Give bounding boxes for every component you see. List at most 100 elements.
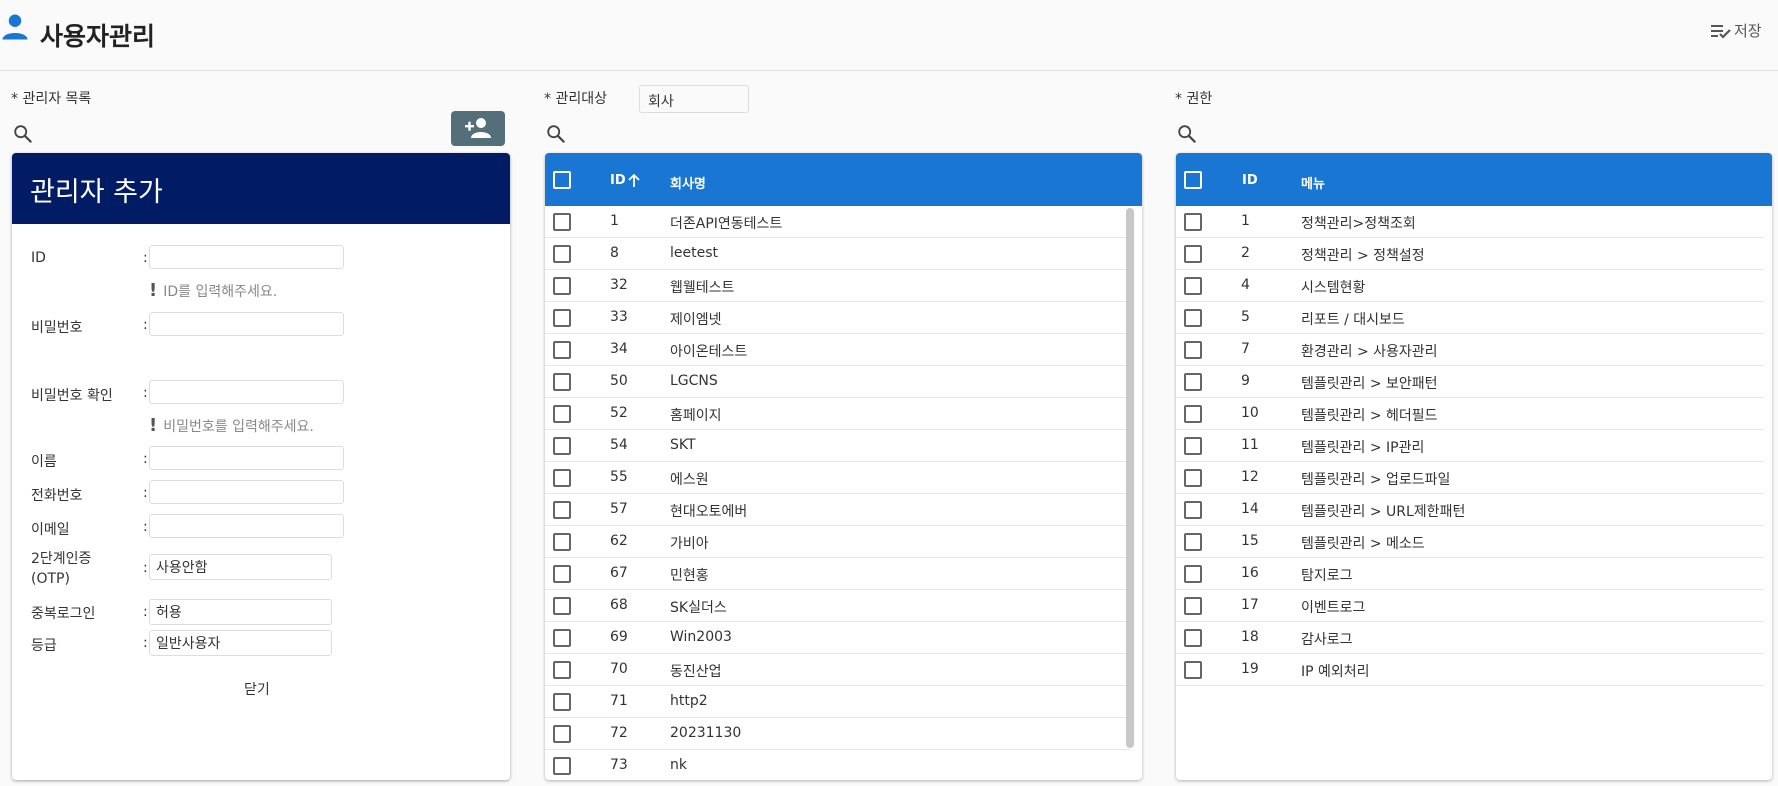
row-checkbox[interactable] [553,213,571,231]
table-row[interactable]: 16 탐지로그 [1176,558,1764,590]
row-checkbox[interactable] [1184,661,1202,679]
row-checkbox[interactable] [553,437,571,455]
row-checkbox[interactable] [553,597,571,615]
row-checkbox[interactable] [1184,469,1202,487]
row-checkbox[interactable] [553,565,571,583]
select-all-checkbox[interactable] [553,171,571,189]
password-field[interactable] [149,312,344,336]
row-checkbox[interactable] [553,245,571,263]
search-icon[interactable] [1176,123,1198,145]
table-row[interactable]: 67 민현홍 [545,558,1130,590]
row-checkbox[interactable] [1184,277,1202,295]
search-icon[interactable] [12,123,34,145]
row-checkbox[interactable] [1184,245,1202,263]
row-checkbox[interactable] [1184,309,1202,327]
select-all-checkbox[interactable] [1184,171,1202,189]
colon: : [143,451,148,467]
row-checkbox[interactable] [553,725,571,743]
row-checkbox[interactable] [553,501,571,519]
table-row[interactable]: 1 정책관리>정책조회 [1176,206,1764,238]
password-confirm-field[interactable] [149,380,344,404]
row-checkbox[interactable] [553,757,571,775]
table-row[interactable]: 8 leetest [545,238,1130,270]
row-checkbox[interactable] [553,693,571,711]
row-checkbox[interactable] [553,405,571,423]
table-row[interactable]: 7 환경관리 > 사용자관리 [1176,334,1764,366]
table-row[interactable]: 17 이벤트로그 [1176,590,1764,622]
table-row[interactable]: 1 더존API연동테스트 [545,206,1130,238]
id-field[interactable] [149,245,344,269]
row-checkbox[interactable] [1184,341,1202,359]
row-checkbox[interactable] [553,629,571,647]
password-help: ! 비밀번호를 입력해주세요. [149,415,314,436]
scrollbar[interactable] [1126,208,1134,748]
target-select[interactable]: 회사 [639,85,749,113]
grade-select[interactable] [149,630,332,656]
colon: : [143,560,148,576]
name-label: 이름 [31,454,57,470]
save-button[interactable]: 저장 [1710,20,1762,41]
row-checkbox[interactable] [1184,533,1202,551]
duplicate-login-select[interactable] [149,599,332,625]
table-row[interactable]: 57 현대오토에버 [545,494,1130,526]
table-row[interactable]: 12 템플릿관리 > 업로드파일 [1176,462,1764,494]
row-checkbox[interactable] [1184,437,1202,455]
table-row[interactable]: 69 Win2003 [545,622,1130,654]
table-row[interactable]: 11 템플릿관리 > IP관리 [1176,430,1764,462]
id-column-header[interactable]: ID [610,173,640,188]
table-row[interactable]: 9 템플릿관리 > 보안패턴 [1176,366,1764,398]
table-row[interactable]: 52 홈페이지 [545,398,1130,430]
row-checkbox[interactable] [1184,213,1202,231]
table-row[interactable]: 50 LGCNS [545,366,1130,398]
row-checkbox[interactable] [1184,629,1202,647]
phone-field[interactable] [149,480,344,504]
search-icon[interactable] [545,123,567,145]
table-row[interactable]: 4 시스템현황 [1176,270,1764,302]
row-checkbox[interactable] [1184,597,1202,615]
otp-select[interactable] [149,554,332,580]
menu-column-header[interactable]: 메뉴 [1301,173,1325,192]
table-row[interactable]: 55 에스원 [545,462,1130,494]
table-row[interactable]: 54 SKT [545,430,1130,462]
table-row[interactable]: 68 SK실더스 [545,590,1130,622]
table-row[interactable]: 19 IP 예외처리 [1176,654,1764,686]
row-checkbox[interactable] [553,277,571,295]
row-id: 34 [610,341,628,357]
table-row[interactable]: 34 아이온테스트 [545,334,1130,366]
row-checkbox[interactable] [1184,501,1202,519]
table-row[interactable]: 33 제이엠넷 [545,302,1130,334]
row-checkbox[interactable] [553,309,571,327]
row-checkbox[interactable] [1184,565,1202,583]
row-checkbox[interactable] [553,341,571,359]
row-id: 33 [610,309,628,325]
table-row[interactable]: 10 템플릿관리 > 헤더필드 [1176,398,1764,430]
row-checkbox[interactable] [553,533,571,551]
id-header-label: ID [610,173,626,188]
permission-table: ID 메뉴 1 정책관리>정책조회 2 정책관리 > 정책설정 4 시스템현황 5 리포트 /… [1176,153,1772,780]
row-checkbox[interactable] [553,469,571,487]
table-row[interactable]: 32 웹웰테스트 [545,270,1130,302]
table-row[interactable]: 14 템플릿관리 > URL제한패턴 [1176,494,1764,526]
table-row[interactable]: 70 동진산업 [545,654,1130,686]
table-row[interactable]: 18 감사로그 [1176,622,1764,654]
name-field[interactable] [149,446,344,470]
table-row[interactable]: 62 가비아 [545,526,1130,558]
table-row[interactable]: 72 20231130 [545,718,1130,750]
name-column-header[interactable]: 회사명 [670,173,706,192]
row-id: 12 [1241,469,1259,485]
table-row[interactable]: 73 nk [545,750,1130,780]
row-name: 동진산업 [670,664,722,680]
close-button[interactable]: 닫기 [244,679,270,699]
table-row[interactable]: 15 템플릿관리 > 메소드 [1176,526,1764,558]
row-name: leetest [670,245,719,261]
table-row[interactable]: 2 정책관리 > 정책설정 [1176,238,1764,270]
add-user-button[interactable] [451,111,505,146]
table-row[interactable]: 71 http2 [545,686,1130,718]
table-row[interactable]: 5 리포트 / 대시보드 [1176,302,1764,334]
id-column-header[interactable]: ID [1242,173,1258,188]
email-field[interactable] [149,514,344,538]
row-checkbox[interactable] [553,373,571,391]
row-checkbox[interactable] [553,661,571,679]
row-checkbox[interactable] [1184,405,1202,423]
row-checkbox[interactable] [1184,373,1202,391]
